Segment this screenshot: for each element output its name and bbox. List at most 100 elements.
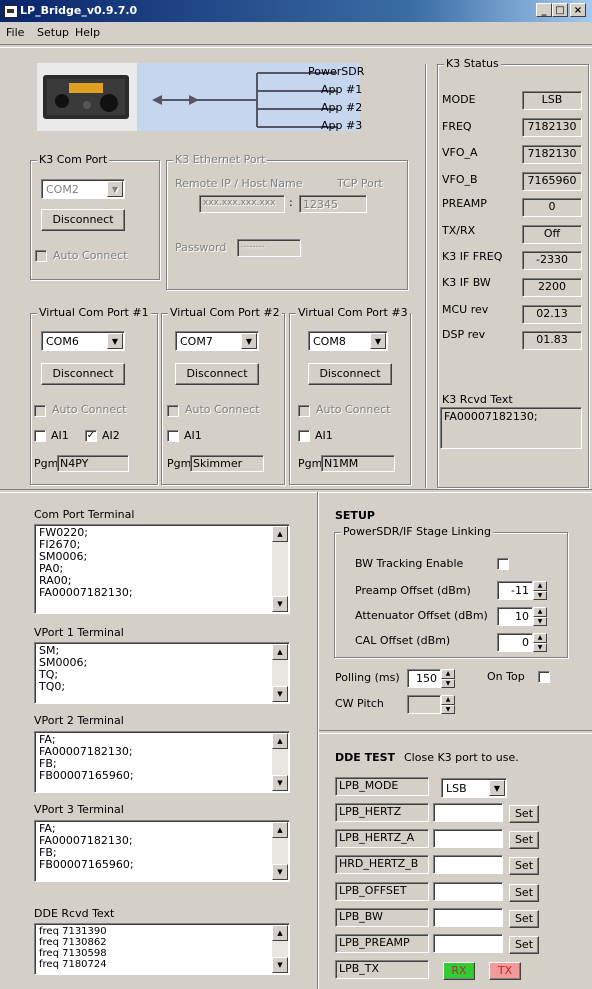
- vport1-terminal-scrollbar[interactable]: ▲ ▼: [272, 644, 288, 702]
- chevron-down-icon[interactable]: ▼: [489, 780, 505, 796]
- vport3-terminal-memo[interactable]: FA; FA00007182130; FB; FB00007165960; ▲ …: [34, 820, 290, 882]
- com-terminal-line: FA00007182130;: [39, 586, 133, 599]
- maximize-button[interactable]: □: [552, 3, 568, 17]
- vport1-ai2-checkbox[interactable]: ✓: [85, 430, 97, 442]
- dde-mode-value: LSB: [446, 782, 467, 795]
- dde-rcvd-scrollbar[interactable]: ▲ ▼: [272, 925, 288, 973]
- dde-hertz-b-label: HRD_HERTZ_B: [335, 855, 429, 874]
- dde-rcvd-memo[interactable]: freq 7131390 freq 7130862 freq 7130598 f…: [34, 923, 290, 975]
- vport3-ai1-checkbox[interactable]: [298, 430, 310, 442]
- cw-pitch-spinner[interactable]: ▲ ▼: [441, 695, 455, 714]
- vport2-pgm-field[interactable]: Skimmer: [190, 455, 264, 472]
- dde-offset-field[interactable]: [433, 882, 503, 901]
- dde-preamp-field[interactable]: [433, 934, 503, 953]
- k3-auto-connect-checkbox[interactable]: [35, 250, 47, 262]
- cal-offset-spinner[interactable]: ▲ ▼: [533, 633, 547, 652]
- status-label-vfo-b: VFO_B: [442, 173, 478, 186]
- remote-ip-field[interactable]: xxx.xxx.xxx.xxx: [199, 195, 285, 213]
- rx-button[interactable]: RX: [443, 962, 475, 980]
- dde-hertz-a-field[interactable]: [433, 829, 503, 848]
- bw-tracking-checkbox[interactable]: [497, 558, 509, 570]
- polling-spinner[interactable]: ▲ ▼: [441, 669, 455, 688]
- vport2-terminal-memo[interactable]: FA; FA00007182130; FB; FB00007165960; ▲ …: [34, 731, 290, 793]
- vport1-auto-connect-checkbox[interactable]: [34, 405, 46, 417]
- menu-help[interactable]: Help: [75, 26, 100, 39]
- vport1-pgm-field[interactable]: N4PY: [57, 455, 129, 472]
- preamp-offset-label: Preamp Offset (dBm): [355, 584, 471, 597]
- vport2-ai1-checkbox[interactable]: [167, 430, 179, 442]
- status-label-mode: MODE: [442, 93, 476, 106]
- on-top-label: On Top: [487, 670, 525, 683]
- vport2-select[interactable]: COM7 ▼: [175, 331, 259, 351]
- scroll-up-icon[interactable]: ▲: [272, 822, 288, 838]
- atten-offset-spinner[interactable]: ▲ ▼: [533, 607, 547, 626]
- app-icon[interactable]: [4, 5, 18, 18]
- menu-file[interactable]: File: [6, 26, 24, 39]
- vport3-select[interactable]: COM8 ▼: [308, 331, 388, 351]
- dde-mode-select[interactable]: LSB ▼: [441, 778, 507, 798]
- tcp-port-field[interactable]: 12345: [299, 195, 367, 213]
- dde-preamp-set-button[interactable]: Set: [509, 936, 539, 954]
- dde-hertz-field[interactable]: [433, 803, 503, 822]
- scroll-down-icon[interactable]: ▼: [272, 864, 288, 880]
- vport1-select[interactable]: COM6 ▼: [41, 331, 125, 351]
- com-terminal-memo[interactable]: FW0220; FI2670; SM0006; PA0; RA00; FA000…: [34, 524, 290, 614]
- scroll-up-icon[interactable]: ▲: [272, 733, 288, 749]
- scroll-down-icon[interactable]: ▼: [272, 957, 288, 973]
- vport1-disconnect-button[interactable]: Disconnect: [41, 363, 125, 385]
- dde-hertz-a-label: LPB_HERTZ_A: [335, 829, 429, 848]
- password-field[interactable]: --------: [237, 239, 301, 257]
- scroll-down-icon[interactable]: ▼: [272, 775, 288, 791]
- dde-hertz-b-field[interactable]: [433, 855, 503, 874]
- cal-offset-field[interactable]: 0: [497, 633, 533, 652]
- chevron-down-icon[interactable]: ▼: [241, 333, 257, 349]
- scroll-down-icon[interactable]: ▼: [272, 596, 288, 612]
- dde-offset-label: LPB_OFFSET: [335, 882, 429, 901]
- k3-com-port-select[interactable]: COM2 ▼: [41, 179, 125, 199]
- vport3-pgm-field[interactable]: N1MM: [321, 455, 395, 472]
- bottom-divider: [317, 492, 319, 989]
- vport2-auto-connect-checkbox[interactable]: [167, 405, 179, 417]
- section-divider: [0, 489, 592, 493]
- dde-bw-set-button[interactable]: Set: [509, 910, 539, 928]
- k3-ethernet-title: K3 Ethernet Port: [173, 153, 268, 166]
- polling-field[interactable]: 150: [407, 669, 441, 688]
- chevron-down-icon[interactable]: ▼: [107, 333, 123, 349]
- minimize-button[interactable]: _: [536, 3, 552, 17]
- com-terminal-scrollbar[interactable]: ▲ ▼: [272, 526, 288, 612]
- tx-button[interactable]: TX: [489, 962, 521, 980]
- cw-pitch-field[interactable]: [407, 695, 441, 714]
- on-top-checkbox[interactable]: [538, 671, 550, 683]
- k3-disconnect-button[interactable]: Disconnect: [41, 209, 125, 231]
- atten-offset-field[interactable]: 10: [497, 607, 533, 626]
- dde-bw-label: LPB_BW: [335, 908, 429, 927]
- dde-hertz-b-set-button[interactable]: Set: [509, 857, 539, 875]
- close-button[interactable]: ×: [570, 3, 586, 17]
- chevron-down-icon[interactable]: ▼: [107, 181, 123, 197]
- vport3-disconnect-button[interactable]: Disconnect: [308, 363, 392, 385]
- vport3-auto-connect-checkbox[interactable]: [298, 405, 310, 417]
- status-divider: [425, 64, 427, 488]
- status-label-freq: FREQ: [442, 120, 472, 133]
- chevron-down-icon[interactable]: ▼: [370, 333, 386, 349]
- vport1-ai1-label: AI1: [51, 429, 69, 442]
- vport1-terminal-memo[interactable]: SM; SM0006; TQ; TQ0; ▲ ▼: [34, 642, 290, 704]
- scroll-up-icon[interactable]: ▲: [272, 644, 288, 660]
- vport3-terminal-line: FB00007165960;: [39, 858, 134, 871]
- vport3-terminal-scrollbar[interactable]: ▲ ▼: [272, 822, 288, 880]
- scroll-down-icon[interactable]: ▼: [272, 686, 288, 702]
- dde-bw-field[interactable]: [433, 908, 503, 927]
- scroll-up-icon[interactable]: ▲: [272, 526, 288, 542]
- dde-offset-set-button[interactable]: Set: [509, 884, 539, 902]
- preamp-offset-field[interactable]: -11: [497, 581, 533, 600]
- vport2-disconnect-button[interactable]: Disconnect: [175, 363, 259, 385]
- dde-hertz-set-button[interactable]: Set: [509, 805, 539, 823]
- scroll-up-icon[interactable]: ▲: [272, 925, 288, 941]
- menu-setup[interactable]: Setup: [37, 26, 69, 39]
- dde-hertz-a-set-button[interactable]: Set: [509, 831, 539, 849]
- preamp-offset-spinner[interactable]: ▲ ▼: [533, 581, 547, 600]
- vport2-terminal-scrollbar[interactable]: ▲ ▼: [272, 733, 288, 791]
- vport1-ai1-checkbox[interactable]: [34, 430, 46, 442]
- vport3-ai1-label: AI1: [315, 429, 333, 442]
- status-value-vfo-a: 7182130: [522, 145, 582, 164]
